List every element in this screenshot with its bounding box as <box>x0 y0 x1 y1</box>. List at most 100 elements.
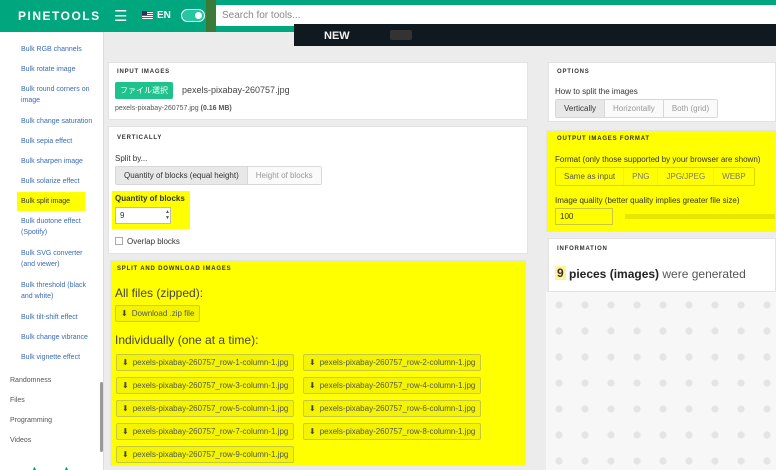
quantity-label: Quantity of blocks <box>115 194 185 203</box>
download-file-button[interactable]: ⬇ pexels-pixabay-260757_row-2-column-1.jp… <box>303 354 482 371</box>
sidebar-item[interactable]: Bulk rotate image <box>21 64 97 75</box>
sidebar-item-active[interactable]: Bulk split image <box>17 192 85 211</box>
ad-banner[interactable]: NEW <box>294 24 776 46</box>
split-option-quantity[interactable]: Quantity of blocks (equal height) <box>116 167 248 184</box>
format-jpg[interactable]: JPG/JPEG <box>658 168 715 185</box>
sidebar-category[interactable]: Videos <box>10 437 31 444</box>
sidebar-item[interactable]: Bulk change saturation <box>21 116 97 127</box>
sidebar-item[interactable]: Bulk duotone effect (Spotify) <box>21 216 97 238</box>
site-logo[interactable]: PINETOOLS <box>18 9 101 23</box>
quality-label: Image quality (better quality implies gr… <box>555 196 740 205</box>
selected-file-name: pexels-pixabay-260757.jpg <box>182 85 290 95</box>
sidebar-item[interactable]: Bulk solarize effect <box>21 176 97 187</box>
download-icon: ⬇ <box>122 404 129 413</box>
download-file-button[interactable]: ⬇ pexels-pixabay-260757_row-4-column-1.jp… <box>303 377 482 394</box>
download-icon: ⬇ <box>122 358 129 367</box>
file-info-size: (0.16 MB) <box>200 105 232 112</box>
mode-horizontally[interactable]: Horizontally <box>605 100 664 117</box>
sidebar-category[interactable]: Randomness <box>10 377 51 384</box>
file-select-button[interactable]: ファイル選択 <box>115 82 173 99</box>
language-selector[interactable]: EN <box>157 10 171 21</box>
mode-both-grid[interactable]: Both (grid) <box>663 100 718 117</box>
format-webp[interactable]: WEBP <box>714 168 754 185</box>
vertically-card: VERTICALLY Split by... Quantity of block… <box>108 126 528 254</box>
download-file-button[interactable]: ⬇ pexels-pixabay-260757_row-6-column-1.jp… <box>303 400 482 417</box>
download-icon: ⬇ <box>309 381 316 390</box>
section-title: OUTPUT IMAGES FORMAT <box>557 136 650 142</box>
sidebar-item[interactable]: Bulk tilt-shift effect <box>21 312 97 323</box>
mode-vertically[interactable]: Vertically <box>556 100 606 117</box>
all-files-label: All files (zipped): <box>115 286 204 300</box>
split-mode-selector: Vertically Horizontally Both (grid) <box>555 99 719 118</box>
download-file-label: pexels-pixabay-260757_row-4-column-1.jpg <box>319 381 476 390</box>
sidebar-item[interactable]: Bulk RGB channels <box>21 44 97 55</box>
arrow-up-icon[interactable]: ▲ <box>30 464 39 470</box>
download-file-label: pexels-pixabay-260757_row-9-column-1.jpg <box>132 450 289 459</box>
download-file-button[interactable]: ⬇ pexels-pixabay-260757_row-7-column-1.jp… <box>116 423 295 440</box>
piece-count: 9 <box>555 266 566 280</box>
download-icon: ⬇ <box>122 450 129 459</box>
sidebar-item[interactable]: Bulk sharpen image <box>21 156 97 167</box>
sidebar-scrollbar[interactable] <box>100 382 103 452</box>
download-file-button[interactable]: ⬇ pexels-pixabay-260757_row-5-column-1.jp… <box>116 400 295 417</box>
download-icon: ⬇ <box>122 381 129 390</box>
sidebar-category[interactable]: Programming <box>10 417 52 424</box>
download-file-button[interactable]: ⬇ pexels-pixabay-260757_row-8-column-1.jp… <box>303 423 482 440</box>
split-download-card: SPLIT AND DOWNLOAD IMAGES All files (zip… <box>110 260 526 466</box>
sidebar-item[interactable]: Bulk round corners on image <box>21 84 97 106</box>
output-format-card: OUTPUT IMAGES FORMAT Format (only those … <box>546 130 776 232</box>
quality-slider[interactable] <box>625 214 775 219</box>
section-title: SPLIT AND DOWNLOAD IMAGES <box>117 266 232 272</box>
section-title: VERTICALLY <box>117 135 163 141</box>
arrow-up-icon[interactable]: ▲ <box>62 464 71 470</box>
sidebar-category[interactable]: Files <box>10 397 25 404</box>
download-file-button[interactable]: ⬇ pexels-pixabay-260757_row-9-column-1.jp… <box>116 446 295 463</box>
download-file-label: pexels-pixabay-260757_row-3-column-1.jpg <box>132 381 289 390</box>
info-bold: pieces (images) <box>569 267 660 281</box>
search-input[interactable] <box>216 5 776 26</box>
header-decoration <box>206 0 216 32</box>
format-label: Format (only those supported by your bro… <box>555 155 761 164</box>
split-by-label: Split by... <box>115 154 148 163</box>
theme-toggle[interactable] <box>181 9 205 22</box>
download-icon: ⬇ <box>121 309 128 318</box>
download-icon: ⬇ <box>122 427 129 436</box>
options-card: OPTIONS How to split the images Vertical… <box>548 62 776 122</box>
ad-badge <box>390 30 412 40</box>
download-file-label: pexels-pixabay-260757_row-7-column-1.jpg <box>132 427 289 436</box>
download-zip-label: Download .zip file <box>131 309 195 318</box>
sidebar-item[interactable]: Bulk sepia effect <box>21 136 97 147</box>
file-info-name: pexels-pixabay-260757.jpg <box>115 105 199 112</box>
download-file-button[interactable]: ⬇ pexels-pixabay-260757_row-3-column-1.jp… <box>116 377 295 394</box>
download-file-label: pexels-pixabay-260757_row-2-column-1.jpg <box>319 358 476 367</box>
info-rest: were generated <box>662 267 746 281</box>
input-images-card: INPUT IMAGES ファイル選択 pexels-pixabay-26075… <box>108 62 528 120</box>
info-message: pieces (images) were generated <box>569 267 746 281</box>
us-flag-icon[interactable] <box>142 11 153 19</box>
split-by-selector: Quantity of blocks (equal height) Height… <box>115 166 322 185</box>
quantity-input[interactable]: 9 <box>115 207 171 224</box>
sidebar-item[interactable]: Bulk threshold (black and white) <box>21 280 97 302</box>
split-option-height[interactable]: Height of blocks <box>247 167 321 184</box>
sidebar-item[interactable]: Bulk SVG converter (and viewer) <box>21 248 97 270</box>
download-icon: ⬇ <box>309 404 316 413</box>
section-title: INPUT IMAGES <box>117 69 170 75</box>
sidebar-item[interactable]: Bulk change vibrance <box>21 332 97 343</box>
background-pattern <box>546 292 776 470</box>
how-to-split-label: How to split the images <box>555 87 638 96</box>
menu-icon[interactable]: ☰ <box>114 7 127 25</box>
quality-input[interactable]: 100 <box>555 208 613 225</box>
ad-text: NEW <box>324 30 350 42</box>
section-title: INFORMATION <box>557 246 608 252</box>
overlap-checkbox[interactable] <box>115 237 123 245</box>
download-zip-button[interactable]: ⬇ Download .zip file <box>115 305 201 322</box>
format-same-as-input[interactable]: Same as input <box>556 168 625 185</box>
download-file-label: pexels-pixabay-260757_row-8-column-1.jpg <box>319 427 476 436</box>
download-file-label: pexels-pixabay-260757_row-1-column-1.jpg <box>132 358 289 367</box>
format-png[interactable]: PNG <box>624 168 659 185</box>
sidebar-item[interactable]: Bulk vignette effect <box>21 352 97 363</box>
download-file-button[interactable]: ⬇ pexels-pixabay-260757_row-1-column-1.jp… <box>116 354 295 371</box>
stepper-icon[interactable]: ▲ ▼ <box>165 209 170 221</box>
download-icon: ⬇ <box>309 427 316 436</box>
sidebar: Bulk RGB channels Bulk rotate image Bulk… <box>0 32 104 470</box>
